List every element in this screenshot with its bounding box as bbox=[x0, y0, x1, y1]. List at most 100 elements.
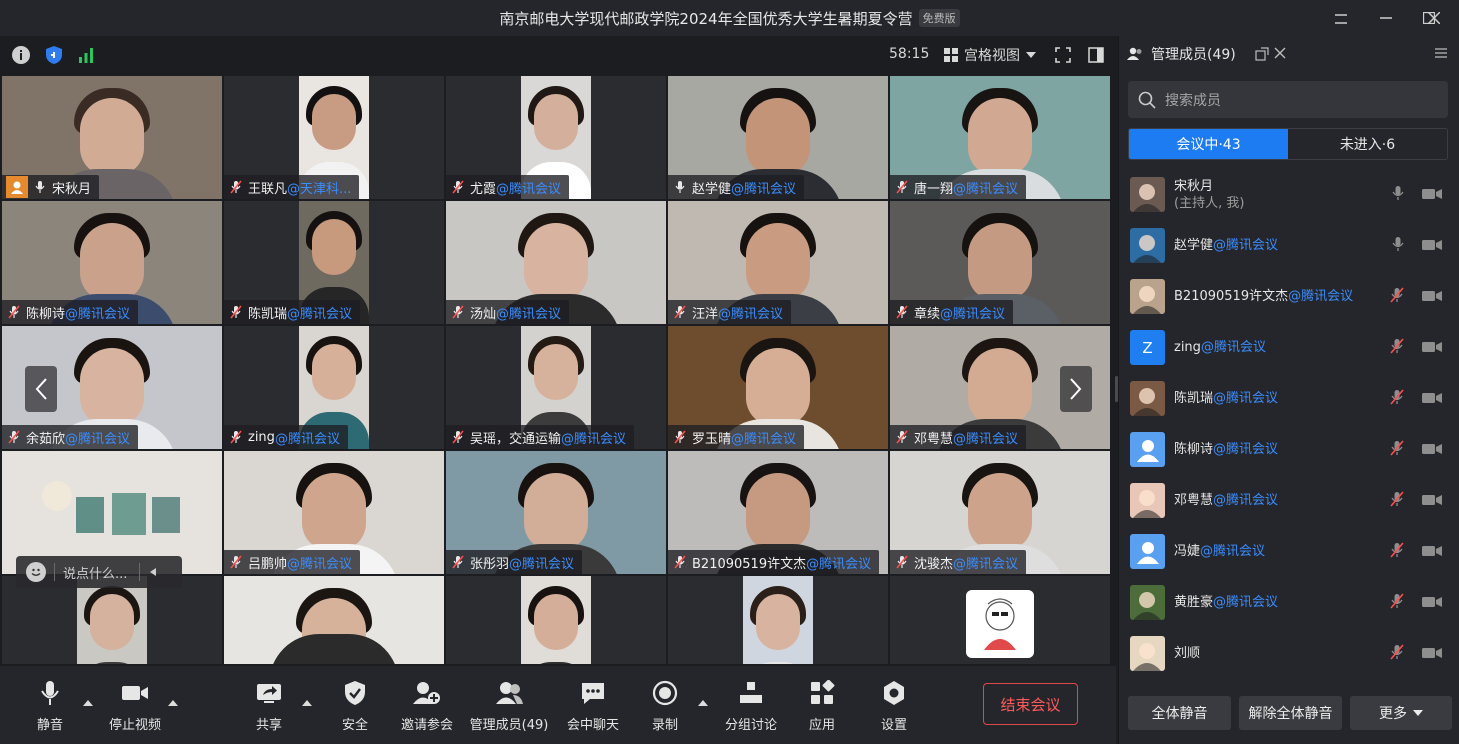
quick-chat-input[interactable]: 说点什么... bbox=[16, 556, 182, 588]
member-row[interactable]: 邓粤慧@腾讯会议 bbox=[1119, 475, 1459, 526]
member-row[interactable]: 赵学健@腾讯会议 bbox=[1119, 220, 1459, 271]
members-icon bbox=[495, 678, 523, 708]
video-tile[interactable]: 章续 @腾讯会议 bbox=[890, 201, 1110, 324]
caret-up-icon[interactable] bbox=[168, 698, 178, 709]
panel-menu-icon[interactable] bbox=[1435, 47, 1447, 63]
video-tile[interactable]: 张彤羽 @腾讯会议 bbox=[446, 451, 666, 574]
video-camera-icon[interactable] bbox=[1422, 339, 1442, 358]
minimize-icon[interactable] bbox=[1363, 0, 1409, 36]
control-invite-user-button[interactable]: 邀请参会 bbox=[392, 678, 462, 733]
close-window-icon[interactable] bbox=[1409, 0, 1459, 36]
member-row[interactable]: B21090519许文杰@腾讯会议 bbox=[1119, 271, 1459, 322]
member-row[interactable]: 陈凯瑞@腾讯会议 bbox=[1119, 373, 1459, 424]
video-camera-icon[interactable] bbox=[1422, 186, 1442, 205]
video-tile[interactable] bbox=[890, 576, 1110, 664]
grid-view-icon bbox=[944, 48, 958, 62]
close-panel-icon[interactable] bbox=[1274, 47, 1286, 63]
control-members-button[interactable]: 管理成员(49) bbox=[470, 678, 548, 733]
video-tile[interactable]: 赵学健 @腾讯会议 bbox=[668, 76, 888, 199]
video-tile[interactable] bbox=[2, 576, 222, 664]
video-tile[interactable] bbox=[668, 576, 888, 664]
video-camera-icon[interactable] bbox=[1422, 645, 1442, 664]
mic-muted-icon[interactable] bbox=[1390, 593, 1404, 613]
signal-strength-icon[interactable] bbox=[75, 44, 97, 66]
control-share-screen-button[interactable]: 共享 bbox=[234, 678, 304, 733]
mic-muted-icon bbox=[228, 429, 244, 445]
control-settings-button[interactable]: 设置 bbox=[859, 678, 929, 733]
mic-muted-icon[interactable] bbox=[1390, 338, 1404, 358]
video-tile[interactable]: zing @腾讯会议 bbox=[224, 326, 444, 449]
mic-muted-icon[interactable] bbox=[1390, 287, 1404, 307]
video-tile[interactable] bbox=[224, 576, 444, 664]
control-record-button[interactable]: 录制 bbox=[630, 678, 700, 733]
video-tile[interactable]: 沈骏杰 @腾讯会议 bbox=[890, 451, 1110, 574]
caret-up-icon[interactable] bbox=[302, 698, 312, 709]
tab-not-joined[interactable]: 未进入·6 bbox=[1288, 129, 1447, 159]
video-tile[interactable]: 唐一翔 @腾讯会议 bbox=[890, 76, 1110, 199]
member-row[interactable]: 黄胜豪@腾讯会议 bbox=[1119, 577, 1459, 628]
video-tile[interactable]: 王联凡 @天津科... bbox=[224, 76, 444, 199]
chat-icon bbox=[580, 678, 606, 708]
video-tile[interactable]: 尤霞 @腾讯会议 bbox=[446, 76, 666, 199]
video-camera-icon[interactable] bbox=[1422, 288, 1442, 307]
mic-muted-icon[interactable] bbox=[1390, 389, 1404, 409]
mic-icon[interactable] bbox=[1392, 236, 1404, 256]
mic-muted-icon bbox=[894, 179, 910, 195]
video-camera-icon[interactable] bbox=[1422, 390, 1442, 409]
video-tile[interactable]: 吴瑶，交通运输 @腾讯会议 bbox=[446, 326, 666, 449]
video-camera-icon[interactable] bbox=[1422, 441, 1442, 460]
video-tile[interactable] bbox=[446, 576, 666, 664]
popout-icon[interactable] bbox=[1255, 47, 1269, 65]
member-search-input[interactable]: 搜索成员 bbox=[1128, 81, 1448, 118]
control-video-camera-button[interactable]: 停止视频 bbox=[100, 678, 170, 733]
info-icon[interactable] bbox=[10, 44, 32, 66]
video-tile[interactable]: 宋秋月 bbox=[2, 76, 222, 199]
mic-muted-icon[interactable] bbox=[1390, 440, 1404, 460]
video-tile[interactable]: 吕鹏帅 @腾讯会议 bbox=[224, 451, 444, 574]
member-row[interactable]: 宋秋月 (主持人, 我) bbox=[1119, 169, 1459, 220]
member-row[interactable]: 刘顺 bbox=[1119, 628, 1459, 679]
participant-name: 张彤羽 bbox=[470, 556, 510, 572]
control-chat-button[interactable]: 会中聊天 bbox=[558, 678, 628, 733]
video-tile[interactable]: 汪洋 @腾讯会议 bbox=[668, 201, 888, 324]
control-apps-button[interactable]: 应用 bbox=[787, 678, 857, 733]
side-panel-toggle-icon[interactable] bbox=[1085, 44, 1107, 66]
video-tile[interactable]: 汤灿 @腾讯会议 bbox=[446, 201, 666, 324]
next-page-arrow[interactable] bbox=[1060, 366, 1092, 412]
emoji-icon[interactable] bbox=[26, 562, 46, 582]
caret-up-icon[interactable] bbox=[83, 698, 93, 709]
member-row[interactable]: Zzing@腾讯会议 bbox=[1119, 322, 1459, 373]
video-camera-icon[interactable] bbox=[1422, 543, 1442, 562]
caret-up-icon[interactable] bbox=[698, 698, 708, 709]
member-row[interactable]: 冯婕@腾讯会议 bbox=[1119, 526, 1459, 577]
collapse-arrow-icon[interactable] bbox=[150, 568, 157, 576]
mic-muted-icon[interactable] bbox=[1390, 644, 1404, 664]
video-tile[interactable]: 陈柳诗 @腾讯会议 bbox=[2, 201, 222, 324]
mic-icon[interactable] bbox=[1392, 185, 1404, 205]
control-shield-button[interactable]: 安全 bbox=[320, 678, 390, 733]
video-tile[interactable]: 陈凯瑞 @腾讯会议 bbox=[224, 201, 444, 324]
video-camera-icon[interactable] bbox=[1422, 594, 1442, 613]
more-button[interactable]: 更多 bbox=[1350, 696, 1452, 730]
tab-in-meeting[interactable]: 会议中·43 bbox=[1129, 129, 1288, 159]
wall-painting bbox=[152, 497, 180, 533]
control-breakout-button[interactable]: 分组讨论 bbox=[716, 678, 786, 733]
video-camera-icon[interactable] bbox=[1422, 492, 1442, 511]
prev-page-arrow[interactable] bbox=[25, 366, 57, 412]
control-mic-button[interactable]: 静音 bbox=[15, 678, 85, 733]
unmute-all-button[interactable]: 解除全体静音 bbox=[1239, 696, 1342, 730]
fullscreen-icon[interactable] bbox=[1052, 44, 1074, 66]
video-camera-icon[interactable] bbox=[1422, 237, 1442, 256]
security-shield-icon[interactable] bbox=[43, 44, 65, 66]
member-row[interactable]: 陈柳诗@腾讯会议 bbox=[1119, 424, 1459, 475]
end-meeting-button[interactable]: 结束会议 bbox=[983, 683, 1078, 725]
pin-window-icon[interactable] bbox=[1318, 0, 1364, 36]
mic-muted-icon[interactable] bbox=[1390, 542, 1404, 562]
mic-muted-icon[interactable] bbox=[1390, 491, 1404, 511]
video-tile[interactable]: 罗玉晴 @腾讯会议 bbox=[668, 326, 888, 449]
control-label: 停止视频 bbox=[108, 718, 161, 733]
view-mode-dropdown[interactable]: 宫格视图 bbox=[944, 45, 1036, 65]
avatar bbox=[1130, 279, 1165, 314]
video-tile[interactable]: B21090519许文杰 @腾讯会议 bbox=[668, 451, 888, 574]
mute-all-button[interactable]: 全体静音 bbox=[1128, 696, 1231, 730]
